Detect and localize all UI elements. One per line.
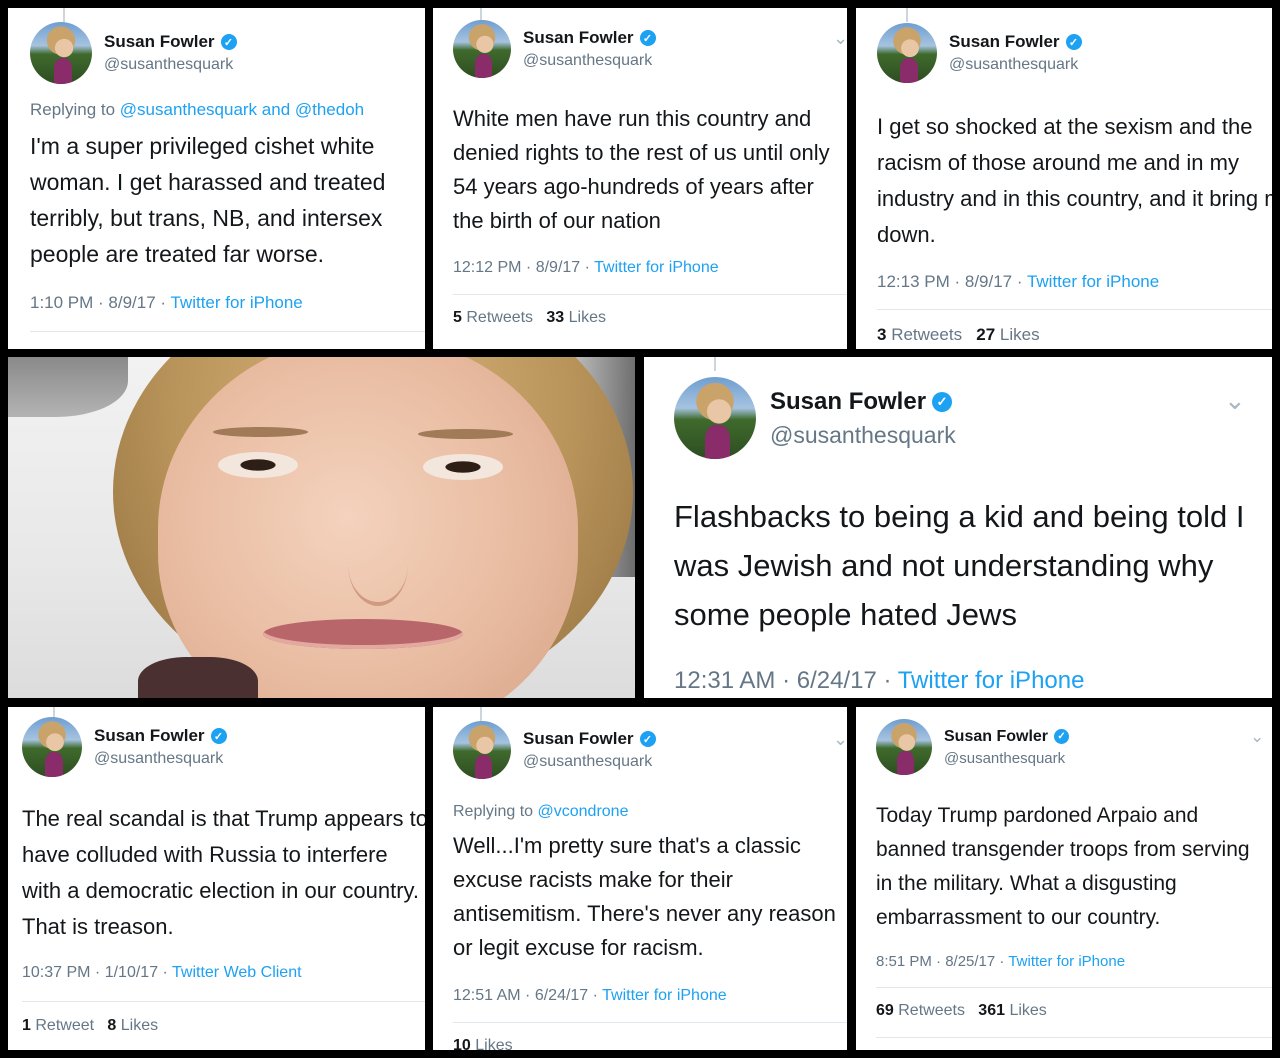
chevron-down-icon[interactable]: ⌄ xyxy=(1250,727,1264,747)
tweet-stats: 69 Retweets 361 Likes xyxy=(876,1002,1047,1019)
retweet-count[interactable]: 69 xyxy=(876,1002,894,1019)
divider xyxy=(453,294,847,295)
retweet-count[interactable]: 1 xyxy=(22,1017,31,1034)
avatar[interactable] xyxy=(22,717,82,777)
tweet-card-7: Susan Fowler ✓ @susanthesquark ⌄ Today T… xyxy=(856,707,1272,1050)
avatar[interactable] xyxy=(453,20,511,78)
tweet-timestamp: 10:37 PM · 1/10/17 · Twitter Web Client xyxy=(22,964,302,981)
tweet-text: Well...I'm pretty sure that's a classic … xyxy=(453,833,836,960)
tweet-card-3: Susan Fowler ✓ @susanthesquark I get so … xyxy=(856,8,1272,349)
chevron-down-icon[interactable]: ⌄ xyxy=(833,28,847,49)
chevron-down-icon[interactable]: ⌄ xyxy=(1224,385,1246,416)
tweet-text: Today Trump pardoned Arpaio and banned t… xyxy=(876,804,1250,929)
tweet-stats: 10 Likes xyxy=(453,1037,513,1050)
thread-line xyxy=(714,357,716,371)
display-name[interactable]: Susan Fowler xyxy=(104,32,215,52)
tweet-card-1: Susan Fowler ✓ @susanthesquark Replying … xyxy=(8,8,425,349)
user-handle[interactable]: @susanthesquark xyxy=(104,56,237,74)
eye xyxy=(218,452,298,478)
tweet-timestamp: 12:31 AM · 6/24/17 · Twitter for iPhone xyxy=(674,667,1085,694)
tweet-text: I'm a super privileged cishet white woma… xyxy=(30,133,386,267)
display-name[interactable]: Susan Fowler xyxy=(949,32,1060,52)
tweet-source-link[interactable]: Twitter for iPhone xyxy=(1027,272,1159,291)
verified-badge-icon: ✓ xyxy=(932,391,953,412)
verified-badge-icon: ✓ xyxy=(1065,34,1082,50)
tweet-timestamp: 12:12 PM · 8/9/17 · Twitter for iPhone xyxy=(453,259,719,276)
tweet-stats: 3 Retweets 27 Likes xyxy=(877,325,1040,344)
mention-link[interactable]: @vcondrone xyxy=(538,803,629,820)
verified-badge-icon: ✓ xyxy=(220,34,237,50)
divider xyxy=(22,1001,425,1002)
verified-badge-icon: ✓ xyxy=(639,731,656,747)
tweet-stats: 5 Retweets 33 Likes xyxy=(453,309,607,326)
like-count[interactable]: 33 xyxy=(546,309,564,326)
avatar[interactable] xyxy=(453,721,511,779)
user-handle[interactable]: @susanthesquark xyxy=(523,753,656,771)
tweet-text: Flashbacks to being a kid and being told… xyxy=(674,499,1245,632)
display-name[interactable]: Susan Fowler xyxy=(523,28,634,48)
verified-badge-icon: ✓ xyxy=(210,728,227,744)
avatar[interactable] xyxy=(876,719,932,775)
thread-line xyxy=(906,8,908,22)
replying-to: Replying to @vcondrone xyxy=(453,803,629,820)
tweet-card-2: Susan Fowler ✓ @susanthesquark ⌄ White m… xyxy=(433,8,847,349)
user-handle[interactable]: @susanthesquark xyxy=(523,52,656,70)
tweet-source-link[interactable]: Twitter for iPhone xyxy=(170,293,302,312)
tweet-stats: 1 Retweet 8 Likes xyxy=(22,1017,159,1034)
divider xyxy=(30,331,425,332)
user-handle[interactable]: @susanthesquark xyxy=(944,750,1069,767)
tweet-card-4: Susan Fowler ✓ @susanthesquark ⌄ Flashba… xyxy=(644,357,1272,698)
portrait-photo xyxy=(8,357,635,698)
user-handle[interactable]: @susanthesquark xyxy=(94,750,227,768)
divider xyxy=(453,1022,847,1023)
divider xyxy=(876,987,1272,988)
verified-badge-icon: ✓ xyxy=(1054,729,1070,744)
mention-link[interactable]: @thedoh xyxy=(295,100,364,119)
display-name[interactable]: Susan Fowler xyxy=(944,728,1048,746)
display-name[interactable]: Susan Fowler xyxy=(94,726,205,746)
eye xyxy=(423,454,503,480)
tweet-timestamp: 1:10 PM · 8/9/17 · Twitter for iPhone xyxy=(30,293,303,312)
tweet-timestamp: 8:51 PM · 8/25/17 · Twitter for iPhone xyxy=(876,953,1126,970)
tweet-source-link[interactable]: Twitter for iPhone xyxy=(898,667,1085,694)
like-count[interactable]: 27 xyxy=(976,325,995,344)
tweet-text: I get so shocked at the sexism and the r… xyxy=(877,114,1272,247)
replying-to: Replying to @susanthesquark and @thedoh xyxy=(30,100,365,119)
tweet-timestamp: 12:51 AM · 6/24/17 · Twitter for iPhone xyxy=(453,987,727,1004)
user-handle[interactable]: @susanthesquark xyxy=(770,422,956,449)
avatar[interactable] xyxy=(30,22,92,84)
verified-badge-icon: ✓ xyxy=(639,30,656,46)
like-count[interactable]: 10 xyxy=(453,1037,471,1050)
retweet-count[interactable]: 3 xyxy=(877,325,886,344)
chevron-down-icon[interactable]: ⌄ xyxy=(833,729,847,750)
tweet-source-link[interactable]: Twitter Web Client xyxy=(172,964,302,981)
tweet-text: The real scandal is that Trump appears t… xyxy=(22,806,425,939)
tweet-timestamp: 12:13 PM · 8/9/17 · Twitter for iPhone xyxy=(877,272,1160,291)
avatar[interactable] xyxy=(877,23,937,83)
display-name[interactable]: Susan Fowler xyxy=(523,729,634,749)
mention-link[interactable]: @susanthesquark xyxy=(120,100,257,119)
user-handle[interactable]: @susanthesquark xyxy=(949,56,1082,74)
avatar[interactable] xyxy=(674,377,756,459)
tweet-source-link[interactable]: Twitter for iPhone xyxy=(594,259,719,276)
tweet-text: White men have run this country and deni… xyxy=(453,106,830,233)
like-count[interactable]: 361 xyxy=(978,1002,1005,1019)
tweet-source-link[interactable]: Twitter for iPhone xyxy=(1008,953,1125,970)
display-name[interactable]: Susan Fowler xyxy=(770,388,926,416)
thread-line xyxy=(63,8,65,22)
divider xyxy=(876,1037,1272,1038)
tweet-card-5: Susan Fowler ✓ @susanthesquark The real … xyxy=(8,707,425,1050)
tweet-source-link[interactable]: Twitter for iPhone xyxy=(602,987,727,1004)
tweet-card-6: Susan Fowler ✓ @susanthesquark ⌄ Replyin… xyxy=(433,707,847,1050)
retweet-count[interactable]: 5 xyxy=(453,309,462,326)
like-count[interactable]: 8 xyxy=(107,1017,116,1034)
thread-line xyxy=(480,707,482,721)
mouth xyxy=(263,619,463,649)
divider xyxy=(877,309,1272,310)
